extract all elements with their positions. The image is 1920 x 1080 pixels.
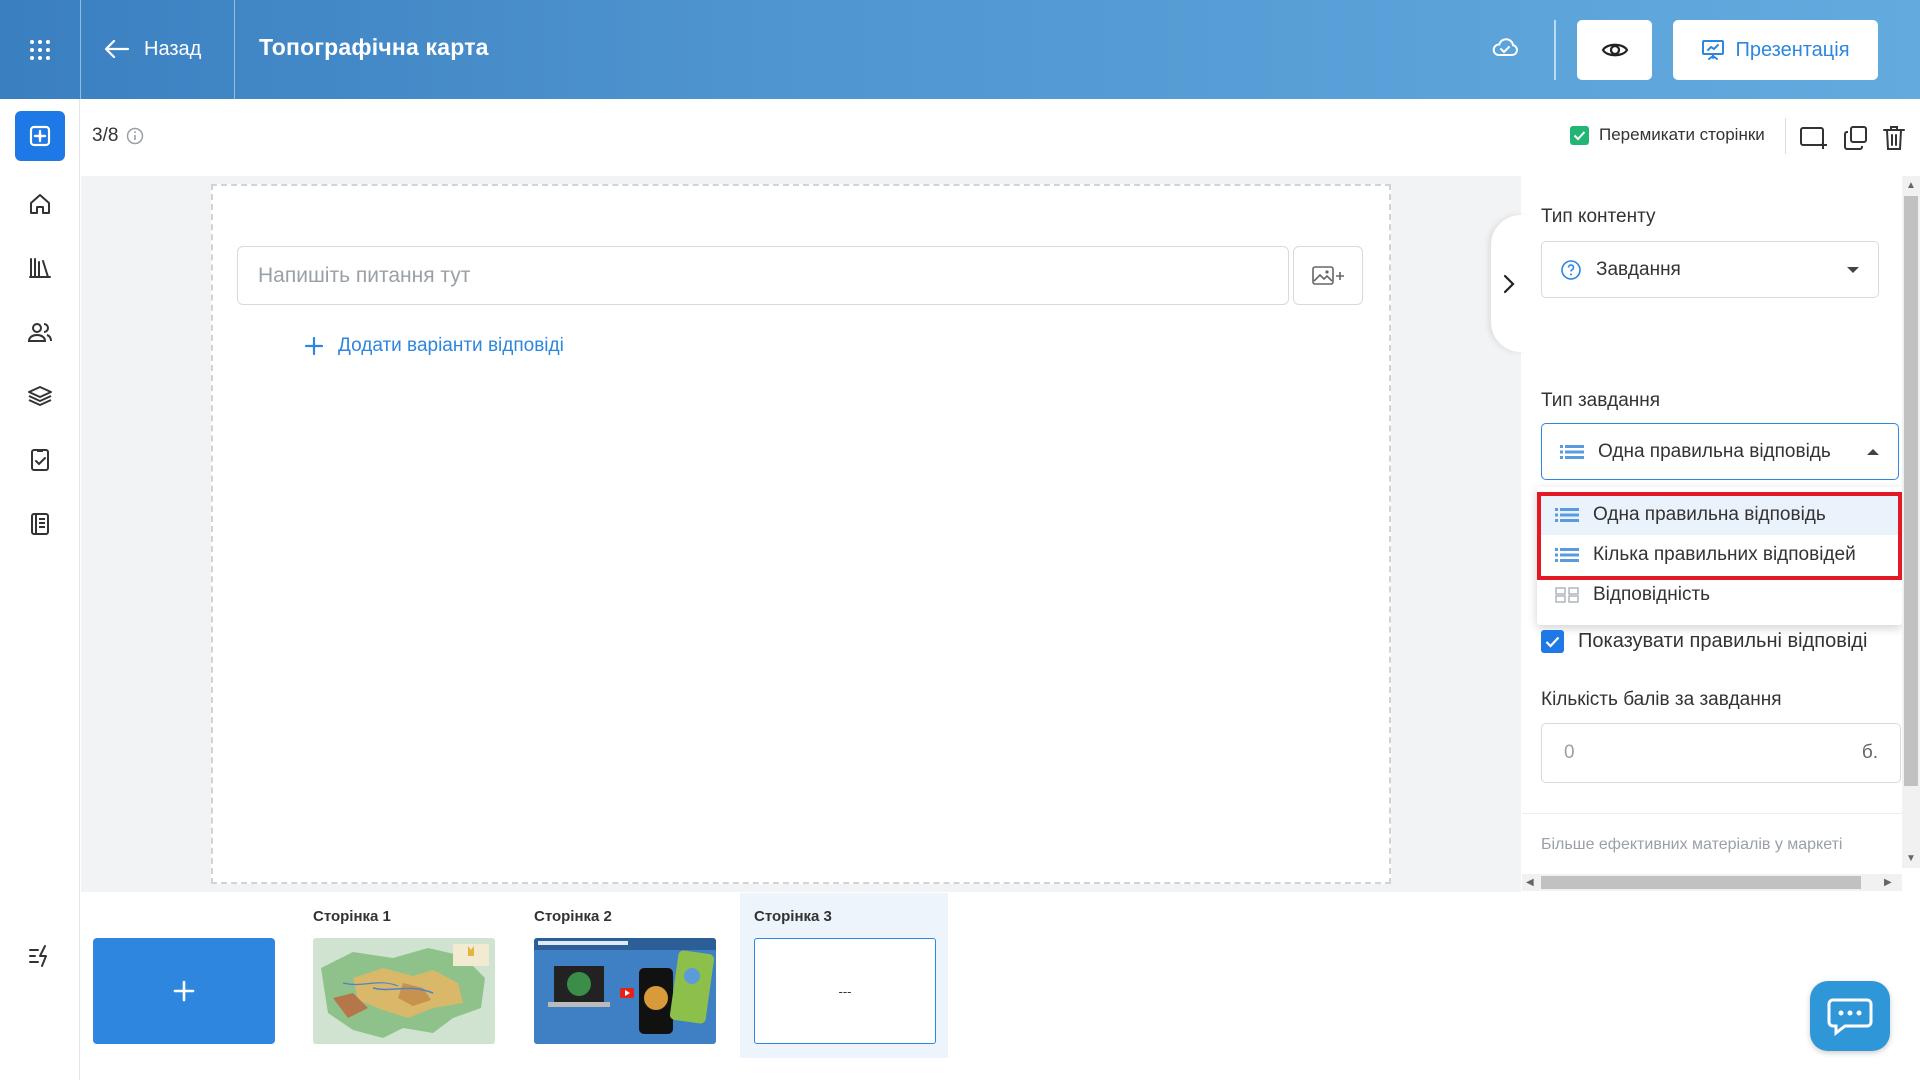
page-2-label: Сторінка 2 (534, 908, 612, 925)
task-type-value: Одна правильна відповідь (1598, 440, 1831, 462)
users-icon[interactable] (23, 315, 57, 349)
show-answers-checkbox[interactable]: Показувати правильні відповіді (1541, 630, 1867, 653)
top-bar: Назад Топографічна карта Презентація (0, 0, 1920, 99)
plus-icon (304, 336, 324, 356)
courses-icon[interactable] (23, 379, 57, 413)
chat-icon (1827, 996, 1873, 1036)
content-type-label: Тип контенту (1541, 206, 1656, 227)
presentation-icon (1701, 38, 1725, 62)
journal-icon[interactable] (23, 507, 57, 541)
cloud-saved-icon (1491, 36, 1519, 60)
caret-down-icon (1846, 266, 1860, 274)
points-placeholder: 0 (1564, 742, 1575, 763)
arrow-left-icon (104, 39, 130, 59)
switch-pages-label: Перемикати сторінки (1599, 125, 1765, 144)
library-icon[interactable] (23, 251, 57, 285)
page-counter-text: 3/8 (92, 125, 119, 146)
page-1-thumbnail[interactable] (313, 938, 495, 1044)
option-multiple-answers[interactable]: Кілька правильних відповідей (1537, 535, 1902, 575)
preview-button[interactable] (1577, 20, 1652, 80)
question-circle-icon (1560, 259, 1582, 281)
apps-grid-icon[interactable] (0, 0, 80, 99)
activity-icon[interactable] (23, 939, 57, 973)
page-3-thumb-text: --- (838, 983, 852, 999)
eye-icon (1601, 40, 1629, 60)
add-answers-label: Додати варіанти відповіді (338, 335, 564, 356)
points-input[interactable]: 0 б. (1541, 723, 1901, 783)
scroll-up-icon[interactable]: ▲ (1906, 180, 1916, 191)
add-answers-button[interactable]: Додати варіанти відповіді (304, 335, 564, 357)
chevron-right-icon (1503, 274, 1515, 294)
assignment-icon[interactable] (23, 443, 57, 477)
add-slide-icon[interactable] (1798, 122, 1830, 154)
points-unit: б. (1861, 742, 1878, 763)
divider (234, 0, 235, 99)
image-add-icon (1311, 264, 1345, 288)
checkbox-checked-icon (1570, 125, 1589, 145)
question-input[interactable]: Напишіть питання тут (237, 246, 1289, 305)
create-button[interactable] (15, 111, 65, 161)
divider (80, 0, 81, 99)
duplicate-icon[interactable] (1840, 122, 1872, 154)
page-1-label: Сторінка 1 (313, 908, 391, 925)
scroll-right-icon[interactable]: ▶ (1884, 877, 1892, 888)
content-type-value: Завдання (1596, 258, 1681, 280)
option-single-answer[interactable]: Одна правильна відповідь (1537, 495, 1902, 535)
page-2-thumbnail[interactable] (534, 938, 716, 1044)
map-thumbnail-image (313, 938, 495, 1044)
divider (1785, 118, 1786, 154)
caret-up-icon (1866, 448, 1880, 456)
plus-icon (173, 980, 195, 1002)
list-icon (1555, 547, 1579, 563)
presentation-button[interactable]: Презентація (1673, 20, 1878, 80)
points-label: Кількість балів за завдання (1541, 689, 1782, 710)
back-button[interactable]: Назад (104, 28, 201, 70)
scroll-down-icon[interactable]: ▼ (1906, 853, 1916, 864)
page-counter: 3/8 (92, 125, 144, 147)
divider (1554, 20, 1556, 80)
task-type-select[interactable]: Одна правильна відповідь (1541, 423, 1899, 480)
left-sidebar (0, 99, 80, 1080)
document-title[interactable]: Топографічна карта (259, 34, 489, 61)
divider (1522, 813, 1902, 814)
collapse-panel-button[interactable] (1491, 215, 1526, 352)
add-image-button[interactable] (1293, 246, 1363, 305)
checkbox-checked-icon (1541, 630, 1564, 653)
info-icon[interactable] (126, 127, 144, 145)
question-placeholder: Напишіть питання тут (258, 263, 471, 287)
content-type-select[interactable]: Завдання (1541, 241, 1879, 298)
market-link[interactable]: Більше ефективних матеріалів у маркеті (1541, 836, 1842, 854)
option-label: Кілька правильних відповідей (1593, 544, 1856, 565)
scroll-left-icon[interactable]: ◀ (1526, 877, 1534, 888)
vertical-scroll-thumb[interactable] (1904, 196, 1918, 786)
list-icon (1555, 507, 1579, 523)
switch-pages-checkbox[interactable]: Перемикати сторінки (1570, 125, 1765, 145)
chat-support-button[interactable] (1810, 981, 1890, 1051)
trash-icon[interactable] (1878, 122, 1910, 154)
back-label: Назад (144, 37, 202, 60)
task-type-label: Тип завдання (1541, 390, 1661, 411)
task-type-dropdown: Одна правильна відповідь Кілька правильн… (1537, 487, 1902, 625)
page-3-label: Сторінка 3 (754, 908, 832, 925)
page-3-thumbnail[interactable]: --- (754, 938, 936, 1044)
option-label: Відповідність (1593, 584, 1711, 605)
show-answers-label: Показувати правильні відповіді (1578, 630, 1868, 652)
matching-icon (1555, 587, 1579, 603)
list-icon (1560, 444, 1584, 460)
option-matching[interactable]: Відповідність (1537, 575, 1902, 615)
home-icon[interactable] (23, 187, 57, 221)
horizontal-scroll-thumb[interactable] (1541, 876, 1861, 889)
option-label: Одна правильна відповідь (1593, 504, 1826, 525)
video-thumbnail-image (534, 938, 716, 1044)
add-page-button[interactable] (93, 938, 275, 1044)
presentation-label: Презентація (1735, 38, 1850, 61)
add-icon (29, 125, 51, 147)
